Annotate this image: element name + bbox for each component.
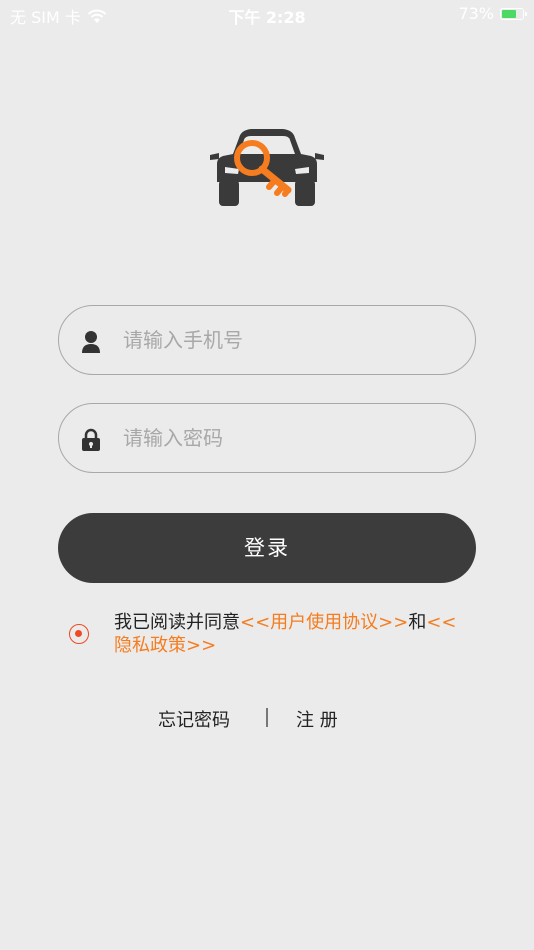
battery-percent: 73% <box>458 4 494 23</box>
lock-icon <box>82 428 100 451</box>
agreement-text: 我已阅读并同意<<用户使用协议>>和<<隐私政策>> <box>114 611 464 657</box>
password-field[interactable] <box>58 403 476 473</box>
phone-field[interactable] <box>58 305 476 375</box>
radio-checked-icon <box>75 630 82 637</box>
status-time: 下午 2:28 <box>228 8 306 27</box>
agreement-radio[interactable] <box>69 624 89 644</box>
agreement-conjunction: 和 <box>408 612 427 633</box>
battery-fill <box>502 9 516 18</box>
footer-divider <box>266 708 268 727</box>
car-key-logo <box>210 129 324 206</box>
register-link[interactable]: 注 册 <box>296 706 338 732</box>
user-agreement-link[interactable]: <<用户使用协议>> <box>240 612 408 633</box>
password-input[interactable] <box>123 404 453 472</box>
status-bar: 无 SIM 卡 下午 2:28 73% <box>0 0 534 28</box>
phone-input[interactable] <box>123 306 453 374</box>
agreement-prefix: 我已阅读并同意 <box>114 612 240 633</box>
login-button[interactable]: 登录 <box>58 513 476 583</box>
forgot-password-link[interactable]: 忘记密码 <box>158 706 230 732</box>
status-right: 73% <box>458 4 527 23</box>
battery-icon <box>500 7 527 20</box>
user-icon <box>82 331 100 353</box>
